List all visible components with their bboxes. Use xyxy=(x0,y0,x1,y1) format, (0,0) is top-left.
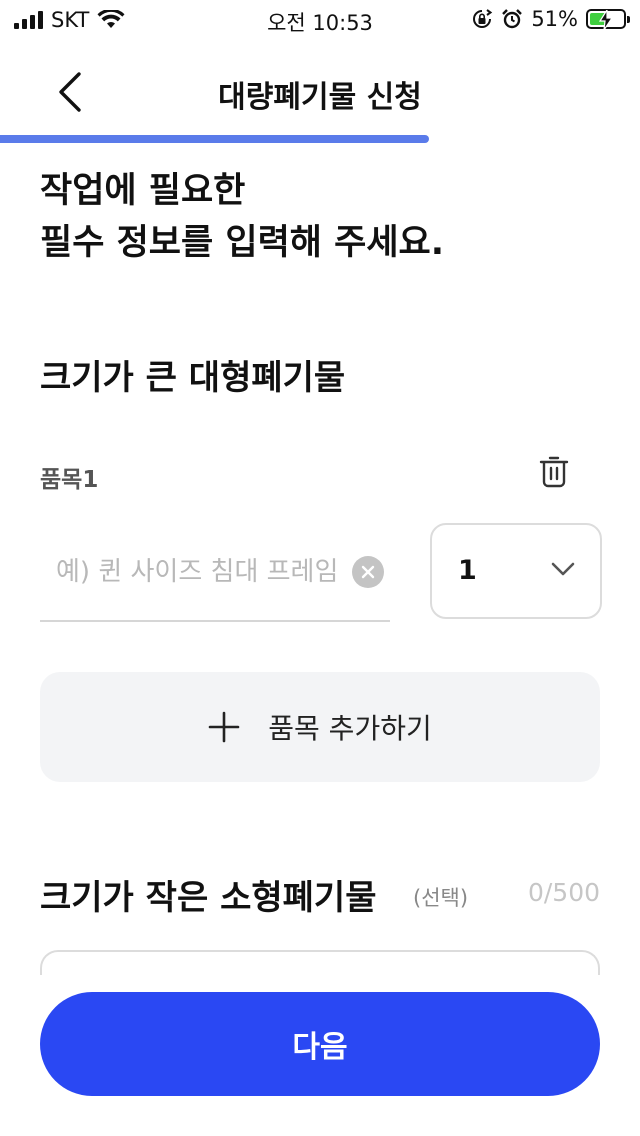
quantity-select[interactable]: 1 xyxy=(430,523,602,619)
battery-icon xyxy=(586,9,630,30)
next-button[interactable]: 다음 xyxy=(40,992,600,1096)
page-title: 대량폐기물 신청 xyxy=(218,80,422,115)
intro-line-1: 작업에 필요한 xyxy=(40,171,246,211)
delete-item-button[interactable] xyxy=(534,450,574,494)
alarm-icon xyxy=(502,9,523,29)
small-waste-header: 크기가 작은 소형폐기물 (선택) 0/500 xyxy=(40,866,600,918)
char-count: 0/500 xyxy=(527,878,600,907)
progress-bar xyxy=(0,135,640,143)
item-label: 품목1 xyxy=(40,467,99,493)
optional-tag: (선택) xyxy=(413,886,469,910)
item-name-input[interactable] xyxy=(56,550,356,594)
large-waste-title: 크기가 큰 대형폐기물 xyxy=(40,358,346,398)
status-bar: SKT 오전 10:53 51% xyxy=(0,0,640,40)
header: 대량폐기물 신청 xyxy=(0,50,640,130)
plus-icon xyxy=(208,711,240,743)
small-waste-title: 크기가 작은 소형폐기물 xyxy=(40,878,377,918)
chevron-down-icon xyxy=(551,562,575,576)
clear-input-button[interactable] xyxy=(352,556,384,588)
orientation-lock-icon xyxy=(473,9,493,28)
charging-bolt-icon xyxy=(598,10,614,30)
item-name-field xyxy=(40,528,390,622)
quantity-value: 1 xyxy=(458,555,477,586)
progress-fill xyxy=(0,135,429,143)
next-label: 다음 xyxy=(292,1031,348,1064)
add-item-label: 품목 추가하기 xyxy=(268,712,432,745)
trash-icon xyxy=(539,456,569,488)
add-item-button[interactable]: 품목 추가하기 xyxy=(40,672,600,782)
intro-line-2: 필수 정보를 입력해 주세요. xyxy=(40,223,445,263)
intro-heading: 작업에 필요한 필수 정보를 입력해 주세요. xyxy=(40,165,444,269)
battery-percent: 51% xyxy=(531,7,578,31)
clear-icon xyxy=(361,565,375,579)
status-right: 51% xyxy=(471,7,630,31)
